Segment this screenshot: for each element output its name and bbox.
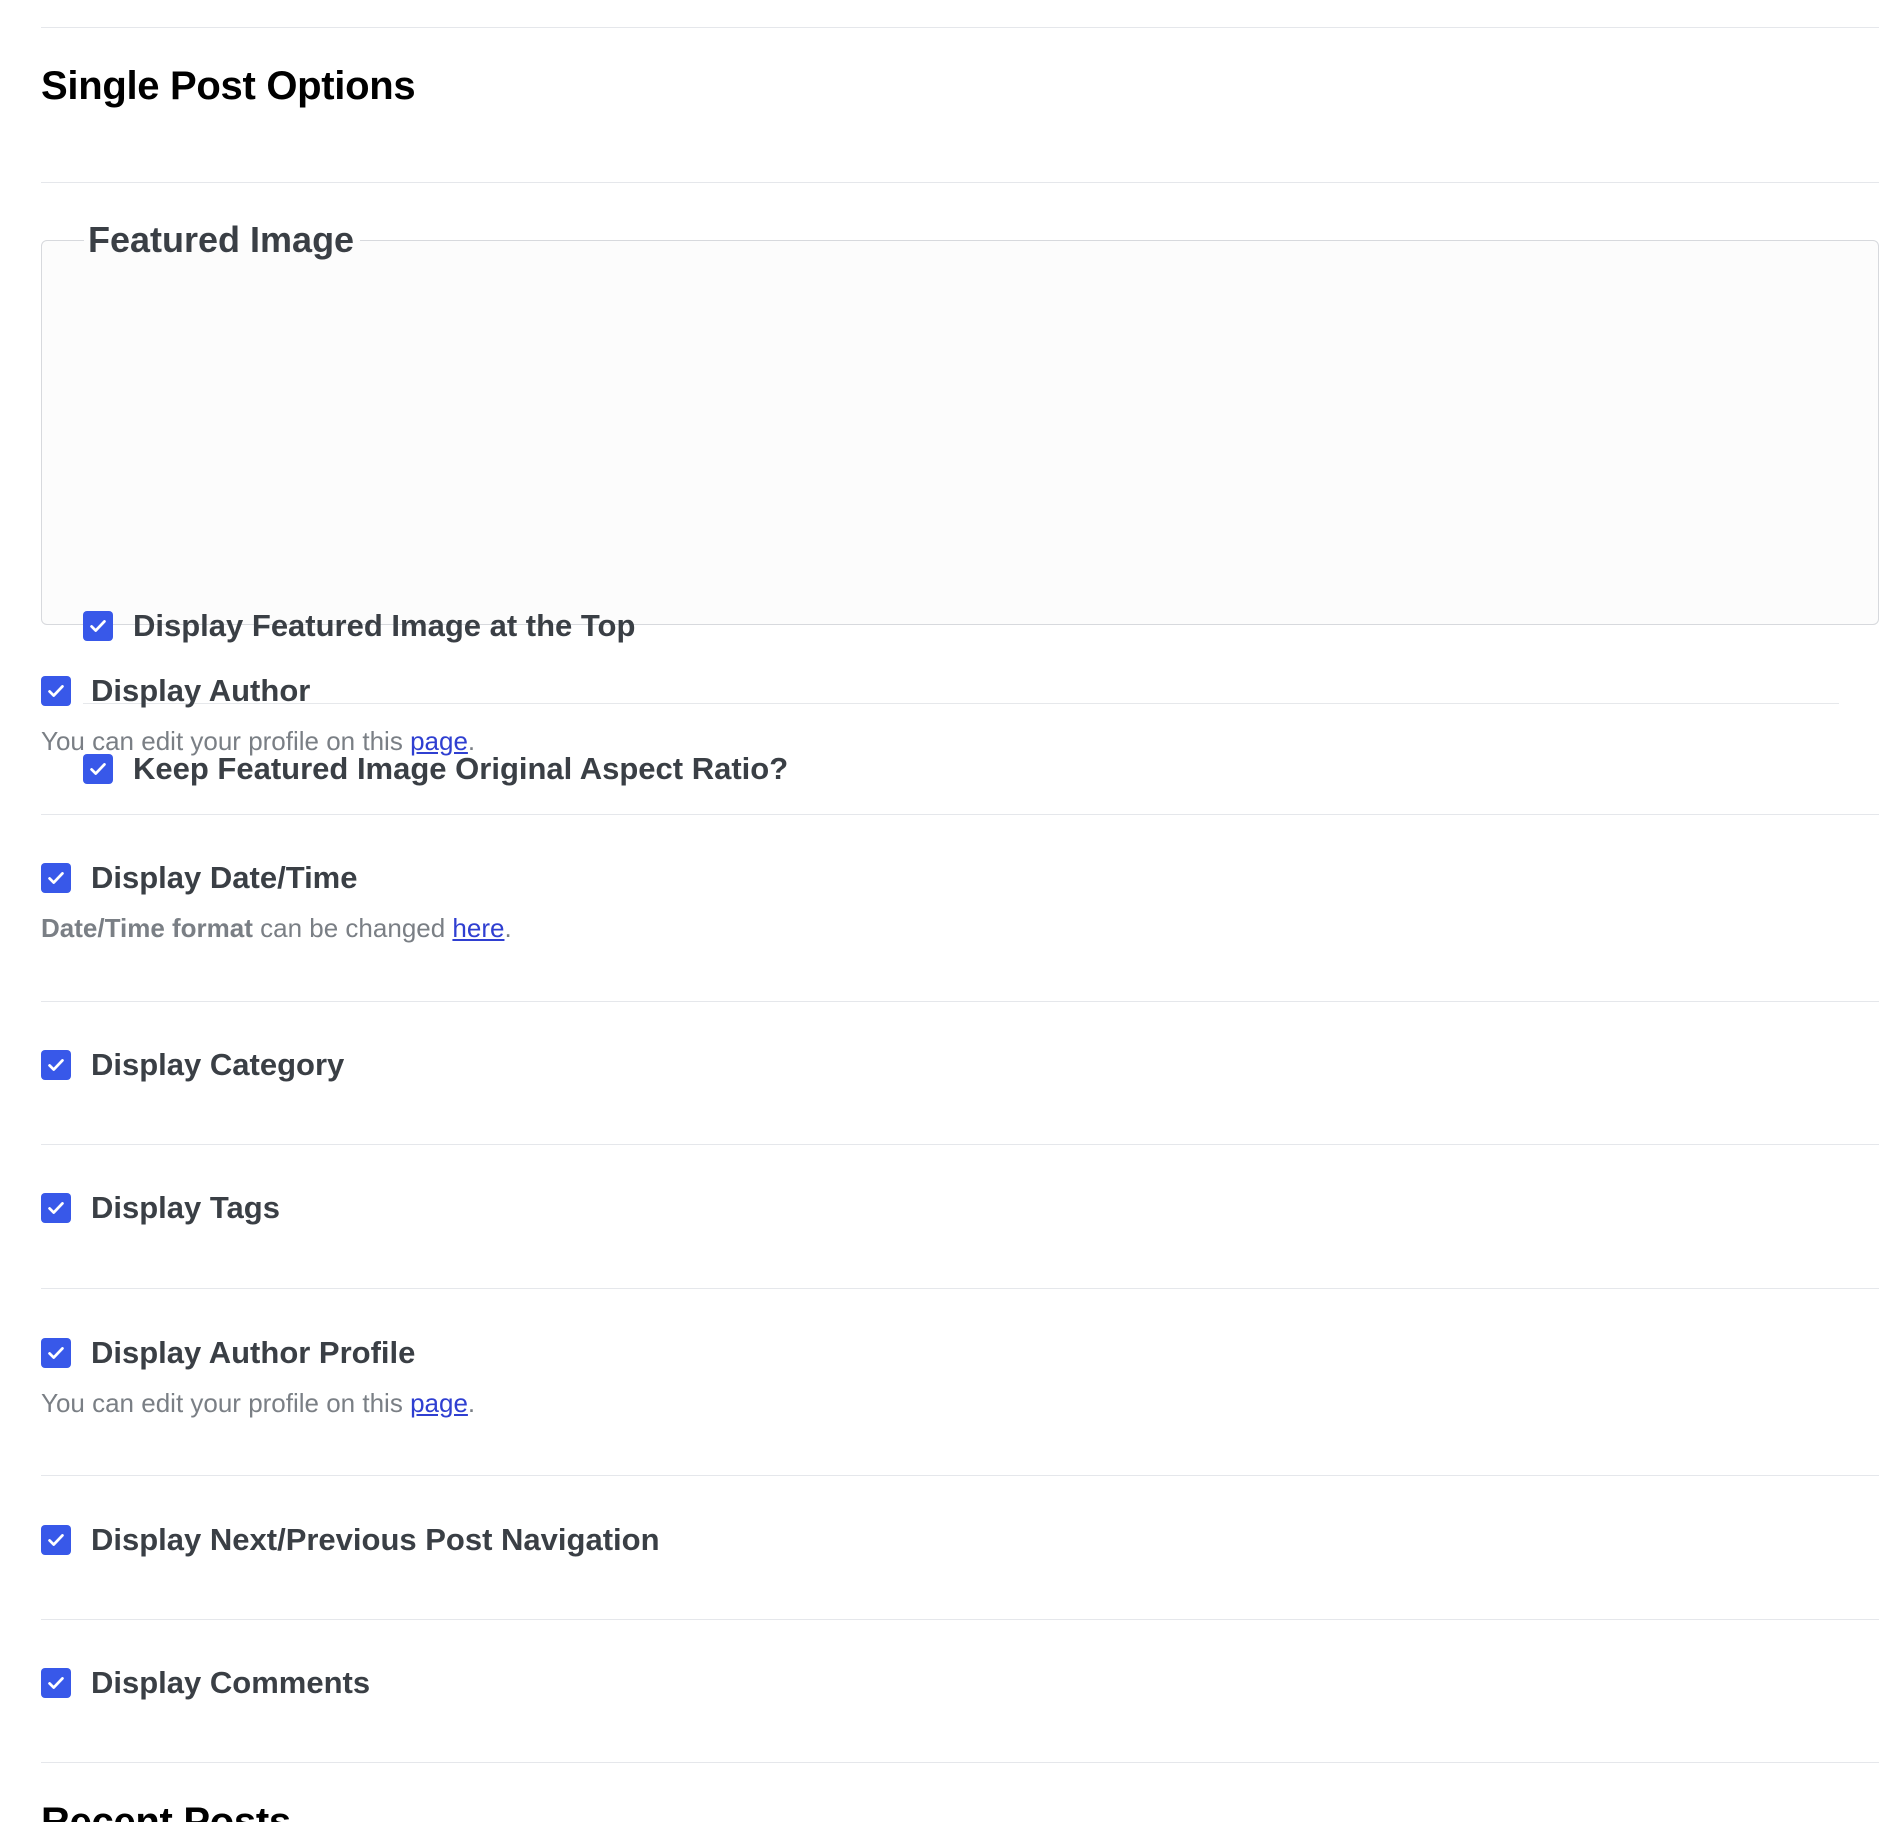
help-suffix: .	[467, 1388, 476, 1418]
display-datetime-help: Date/Time format can be changed here.	[41, 913, 512, 944]
recent-posts-title: Recent Posts	[41, 1800, 291, 1822]
display-post-navigation-label[interactable]: Display Next/Previous Post Navigation	[91, 1522, 660, 1558]
option-featured-image-top[interactable]: Display Featured Image at the Top	[83, 608, 635, 644]
display-category-checkbox[interactable]	[41, 1050, 71, 1080]
display-author-profile-checkbox[interactable]	[41, 1338, 71, 1368]
display-author-checkbox[interactable]	[41, 676, 71, 706]
display-tags-label[interactable]: Display Tags	[91, 1190, 280, 1226]
display-category-label[interactable]: Display Category	[91, 1047, 344, 1083]
display-tags-checkbox[interactable]	[41, 1193, 71, 1223]
divider	[41, 1475, 1879, 1476]
help-text: You can edit your profile on this	[41, 1388, 411, 1418]
option-display-author-profile[interactable]: Display Author Profile	[41, 1335, 415, 1371]
checkmark-icon	[48, 1534, 64, 1546]
datetime-format-text: Date/Time format	[41, 913, 253, 943]
featured-image-fieldset: Featured Image Display Featured Image at…	[41, 218, 1879, 786]
display-comments-label[interactable]: Display Comments	[91, 1665, 370, 1701]
checkmark-icon	[90, 620, 106, 632]
featured-image-top-label[interactable]: Display Featured Image at the Top	[133, 608, 635, 644]
help-text: can be changed	[252, 913, 453, 943]
divider	[41, 27, 1879, 28]
option-display-comments[interactable]: Display Comments	[41, 1665, 370, 1701]
edit-profile-link[interactable]: page	[410, 726, 468, 756]
option-display-author[interactable]: Display Author	[41, 673, 310, 709]
display-author-label[interactable]: Display Author	[91, 673, 310, 709]
divider	[41, 182, 1879, 183]
display-datetime-label[interactable]: Display Date/Time	[91, 860, 357, 896]
checkmark-icon	[48, 1347, 64, 1359]
display-datetime-checkbox[interactable]	[41, 863, 71, 893]
help-suffix: .	[504, 913, 512, 943]
help-text: You can edit your profile on this	[41, 726, 411, 756]
featured-image-top-checkbox[interactable]	[83, 611, 113, 641]
option-display-post-navigation[interactable]: Display Next/Previous Post Navigation	[41, 1522, 660, 1558]
divider	[41, 1762, 1879, 1763]
option-display-category[interactable]: Display Category	[41, 1047, 344, 1083]
checkmark-icon	[48, 872, 64, 884]
divider	[83, 703, 1839, 704]
settings-page: Single Post Options Featured Image Displ…	[0, 0, 1904, 1822]
divider	[41, 814, 1879, 815]
featured-image-aspect-ratio-checkbox[interactable]	[83, 754, 113, 784]
divider	[41, 1144, 1879, 1145]
divider	[41, 1001, 1879, 1002]
option-display-tags[interactable]: Display Tags	[41, 1190, 280, 1226]
display-comments-checkbox[interactable]	[41, 1668, 71, 1698]
edit-profile-link[interactable]: page	[410, 1388, 468, 1418]
checkmark-icon	[48, 1059, 64, 1071]
display-author-profile-label[interactable]: Display Author Profile	[91, 1335, 415, 1371]
checkmark-icon	[48, 685, 64, 697]
divider	[41, 1619, 1879, 1620]
featured-image-legend: Featured Image	[88, 219, 355, 260]
option-display-datetime[interactable]: Display Date/Time	[41, 860, 357, 896]
checkmark-icon	[48, 1677, 64, 1689]
display-author-profile-help: You can edit your profile on this page.	[41, 1388, 475, 1419]
page-title: Single Post Options	[41, 64, 416, 108]
help-suffix: .	[467, 726, 476, 756]
display-post-navigation-checkbox[interactable]	[41, 1525, 71, 1555]
checkmark-icon	[48, 1202, 64, 1214]
checkmark-icon	[90, 763, 106, 775]
divider	[41, 1288, 1879, 1289]
display-author-help: You can edit your profile on this page.	[41, 726, 475, 757]
datetime-format-link[interactable]: here	[452, 913, 504, 943]
